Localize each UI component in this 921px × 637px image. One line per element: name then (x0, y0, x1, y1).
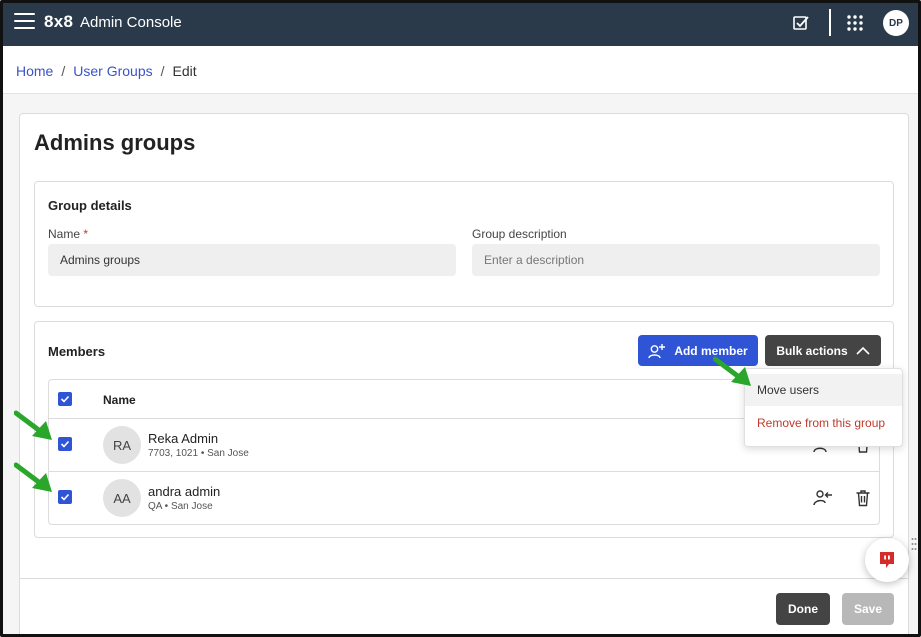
bulk-actions-menu: Move users Remove from this group (744, 368, 903, 447)
breadcrumb-separator: / (61, 63, 66, 79)
breadcrumb-separator: / (160, 63, 165, 79)
annotation-arrow-icon (713, 356, 751, 386)
save-button[interactable]: Save (842, 593, 894, 625)
breadcrumb-current: Edit (172, 63, 197, 79)
name-input[interactable] (48, 244, 456, 276)
drag-handle-icon[interactable] (911, 537, 917, 551)
page-title: Admins groups (34, 130, 196, 155)
breadcrumb-user-groups[interactable]: User Groups (73, 63, 152, 79)
bulk-actions-button[interactable]: Bulk actions (765, 335, 881, 366)
annotation-arrow-icon (14, 410, 52, 440)
member-name: Reka Admin (148, 431, 219, 446)
move-user-icon[interactable] (813, 488, 833, 508)
column-header-name: Name (103, 393, 136, 407)
group-details-title: Group details (48, 198, 132, 213)
chat-widget-button[interactable] (865, 538, 909, 582)
app-window: 8x8 Admin Console DP Home / User Groups … (0, 0, 921, 637)
breadcrumb: Home / User Groups / Edit (16, 63, 197, 79)
avatar: AA (103, 479, 141, 517)
top-bar: 8x8 Admin Console DP (3, 3, 918, 46)
menu-item-move-users[interactable]: Move users (745, 374, 902, 406)
select-all-checkbox[interactable] (58, 392, 72, 406)
bulk-actions-label: Bulk actions (776, 343, 848, 358)
members-title: Members (48, 344, 106, 359)
breadcrumb-bar: Home / User Groups / Edit (3, 46, 918, 94)
chat-icon (880, 552, 894, 568)
app-grid-icon[interactable] (846, 14, 864, 32)
done-button[interactable]: Done (776, 593, 830, 625)
row-checkbox[interactable] (58, 437, 72, 451)
annotation-arrow-icon (14, 462, 52, 492)
check-icon (60, 493, 70, 501)
logo: 8x8 (44, 12, 74, 31)
task-check-icon[interactable] (792, 14, 810, 32)
chevron-up-icon (856, 346, 870, 355)
group-details-section: Group details Name * Group description (34, 181, 894, 307)
member-meta: 7703, 1021 • San Jose (148, 448, 249, 459)
member-name: andra admin (148, 484, 221, 499)
row-checkbox[interactable] (58, 490, 72, 504)
user-avatar[interactable]: DP (883, 10, 909, 36)
header-divider (829, 9, 831, 36)
footer-divider (20, 578, 908, 579)
menu-icon[interactable] (14, 13, 35, 31)
check-icon (60, 395, 70, 403)
name-label: Name * (48, 227, 89, 241)
description-label: Group description (472, 227, 567, 241)
app-title: Admin Console (80, 14, 182, 31)
menu-item-remove-from-group[interactable]: Remove from this group (745, 407, 902, 439)
avatar: RA (103, 426, 141, 464)
member-meta: QA • San Jose (148, 501, 213, 512)
required-marker: * (83, 227, 89, 241)
check-icon (60, 440, 70, 448)
trash-icon[interactable] (853, 488, 873, 508)
table-row: AA andra admin QA • San Jose (49, 471, 879, 523)
description-input[interactable] (472, 244, 880, 276)
breadcrumb-home[interactable]: Home (16, 63, 53, 79)
add-user-icon (648, 343, 666, 358)
